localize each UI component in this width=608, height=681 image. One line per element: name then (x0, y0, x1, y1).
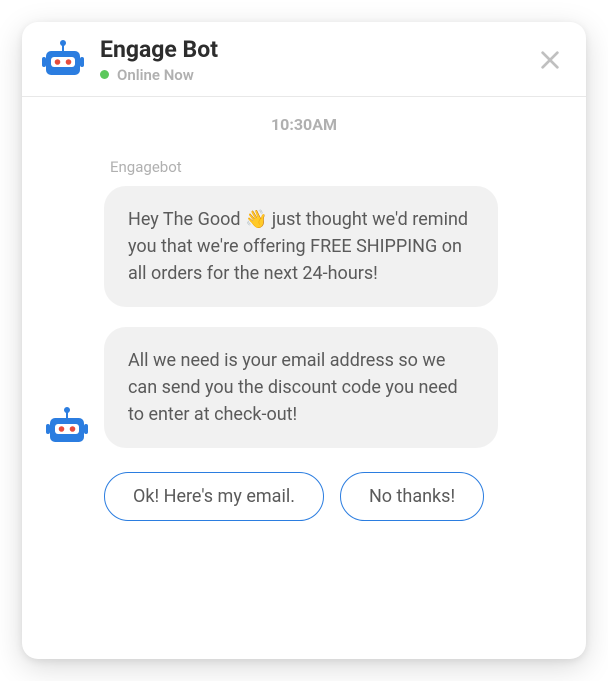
chat-header: Engage Bot Online Now (22, 22, 586, 97)
close-icon (539, 49, 561, 71)
message-avatar-icon (46, 406, 88, 448)
message-text: All we need is your email address so we … (128, 350, 458, 425)
bot-avatar-icon (42, 39, 84, 81)
accept-button[interactable]: Ok! Here's my email. (104, 472, 324, 521)
decline-button[interactable]: No thanks! (340, 472, 484, 521)
quick-replies: Ok! Here's my email. No thanks! (104, 472, 562, 521)
chat-body: 10:30AM Engagebot Hey The Good 👋 just th… (22, 97, 586, 659)
bot-name: Engage Bot (100, 36, 518, 64)
timestamp: 10:30AM (46, 115, 562, 134)
status-text: Online Now (117, 66, 194, 84)
message-text: Hey The Good (128, 209, 245, 230)
wave-emoji-icon: 👋 (245, 206, 267, 233)
status-row: Online Now (100, 66, 518, 84)
sender-label: Engagebot (110, 158, 562, 176)
message-row: Hey The Good 👋 just thought we'd remind … (46, 186, 562, 307)
message-bubble: Hey The Good 👋 just thought we'd remind … (104, 186, 498, 307)
message-bubble: All we need is your email address so we … (104, 327, 498, 448)
header-info: Engage Bot Online Now (100, 36, 518, 84)
chat-widget: Engage Bot Online Now 10:30AM Engagebot … (22, 22, 586, 659)
message-row: All we need is your email address so we … (46, 327, 562, 448)
messages-list: Hey The Good 👋 just thought we'd remind … (46, 186, 562, 448)
close-button[interactable] (534, 44, 566, 76)
online-indicator-icon (100, 70, 109, 79)
